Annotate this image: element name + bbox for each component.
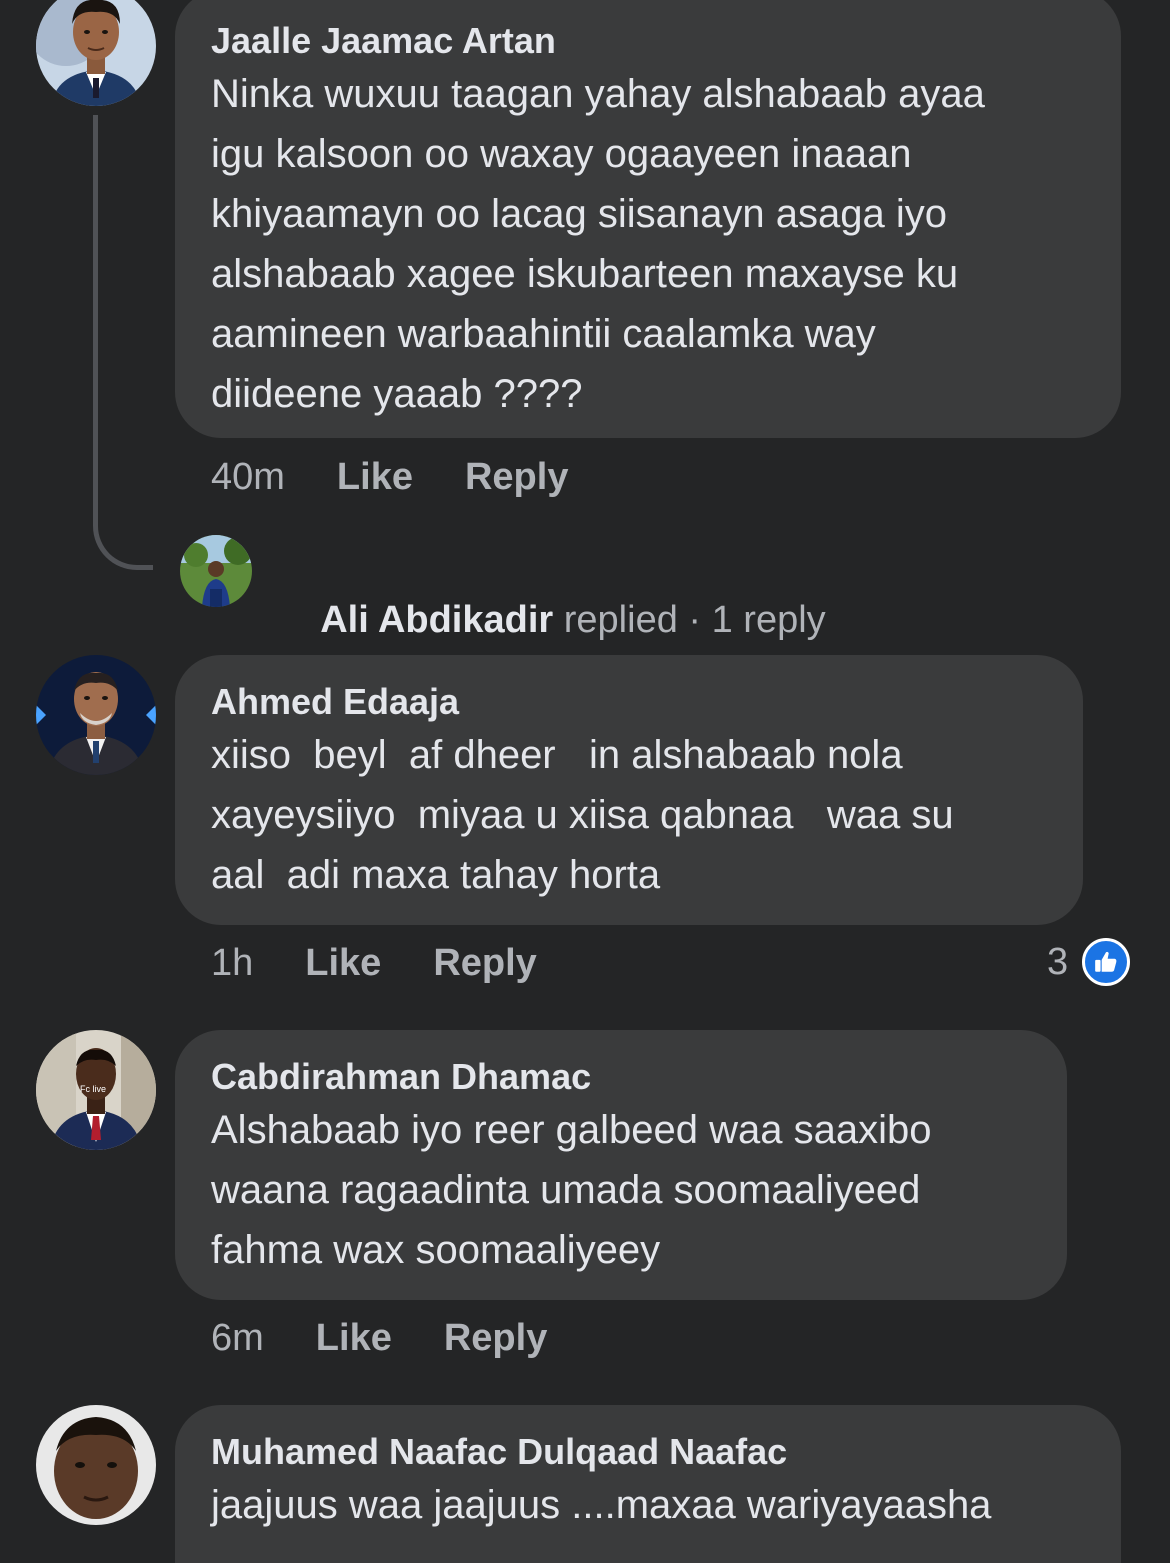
comment-actions: 6m Like Reply bbox=[211, 1314, 547, 1362]
reaction-summary[interactable]: 3 bbox=[1047, 936, 1131, 988]
comment-actions: 1h Like Reply bbox=[211, 939, 537, 987]
comment-line: Alshabaab iyo reer galbeed waa saaxibo bbox=[211, 1108, 932, 1152]
comments-section: Jaalle Jaamac Artan Ninka wuxuu taagan y… bbox=[0, 0, 1170, 1563]
reply-button[interactable]: Reply bbox=[444, 1317, 547, 1360]
reply-author[interactable]: Ali Abdikadir bbox=[320, 599, 553, 641]
comment-bubble[interactable]: Jaalle Jaamac Artan Ninka wuxuu taagan y… bbox=[175, 0, 1121, 438]
thumbs-up-icon bbox=[1082, 938, 1131, 986]
avatar-image: Fc live bbox=[36, 1030, 156, 1150]
like-button[interactable]: Like bbox=[316, 1317, 392, 1360]
reply-count[interactable]: · 1 reply bbox=[678, 599, 825, 641]
comment-author[interactable]: Jaalle Jaamac Artan bbox=[211, 18, 1087, 64]
comment-line: aamineen warbaahintii caalamka way bbox=[211, 312, 876, 356]
comment-line: Ninka wuxuu taagan yahay alshabaab ayaa bbox=[211, 72, 985, 116]
avatar-image bbox=[36, 1405, 156, 1525]
replied-text: replied bbox=[553, 599, 678, 641]
avatar-muhamed-naafac[interactable] bbox=[36, 1405, 156, 1525]
avatar-image bbox=[36, 0, 156, 106]
comment-line: diideene yaaab ???? bbox=[211, 372, 583, 416]
comment-author[interactable]: Muhamed Naafac Dulqaad Naafac bbox=[211, 1429, 1087, 1475]
comment-line: xiiso beyl af dheer in alshabaab nola bbox=[211, 733, 903, 777]
comment-timestamp[interactable]: 6m bbox=[211, 1317, 264, 1360]
comment-line: khiyaamayn oo lacag siisanayn asaga iyo bbox=[211, 192, 947, 236]
comment-line: xayeysiiyo miyaa u xiisa qabnaa waa su bbox=[211, 793, 954, 837]
comment-line: fahma wax soomaaliyeey bbox=[211, 1228, 661, 1272]
comment-author[interactable]: Cabdirahman Dhamac bbox=[211, 1054, 1033, 1100]
avatar-ali-abdikadir[interactable] bbox=[180, 535, 252, 607]
comment-author[interactable]: Ahmed Edaaja bbox=[211, 679, 1049, 725]
comment-timestamp[interactable]: 1h bbox=[211, 942, 253, 985]
reaction-count: 3 bbox=[1047, 940, 1069, 983]
comment-actions: 40m Like Reply bbox=[211, 453, 568, 501]
avatar-image bbox=[36, 655, 156, 775]
comment-timestamp[interactable]: 40m bbox=[211, 456, 285, 499]
comment-line: aal adi maxa tahay horta bbox=[211, 853, 661, 897]
comment-line: waana ragaadinta umada soomaaliyeed bbox=[211, 1168, 921, 1212]
avatar-jaalle-jaamac-artan[interactable] bbox=[36, 0, 156, 106]
comment-bubble[interactable]: Muhamed Naafac Dulqaad Naafac jaajuus wa… bbox=[175, 1405, 1121, 1563]
reply-button[interactable]: Reply bbox=[465, 456, 568, 499]
comment-line: igu kalsoon oo waxay ogaayeen inaaan bbox=[211, 132, 912, 176]
comment-line: alshabaab xagee iskubarteen maxayse ku bbox=[211, 252, 959, 296]
comment-bubble[interactable]: Cabdirahman Dhamac Alshabaab iyo reer ga… bbox=[175, 1030, 1067, 1300]
avatar-overlay-text: Fc live bbox=[80, 1084, 106, 1094]
avatar-image bbox=[180, 535, 252, 607]
like-button[interactable]: Like bbox=[337, 456, 413, 499]
like-button[interactable]: Like bbox=[305, 942, 381, 985]
reply-button[interactable]: Reply bbox=[433, 942, 536, 985]
avatar-cabdirahman-dhamac[interactable]: Fc live bbox=[36, 1030, 156, 1150]
comment-bubble[interactable]: Ahmed Edaaja xiiso beyl af dheer in alsh… bbox=[175, 655, 1083, 925]
comment-line: jaajuus waa jaajuus ....maxaa wariyayaas… bbox=[211, 1483, 992, 1527]
avatar-ahmed-edaaja[interactable] bbox=[36, 655, 156, 775]
thread-connector-line bbox=[93, 115, 153, 570]
